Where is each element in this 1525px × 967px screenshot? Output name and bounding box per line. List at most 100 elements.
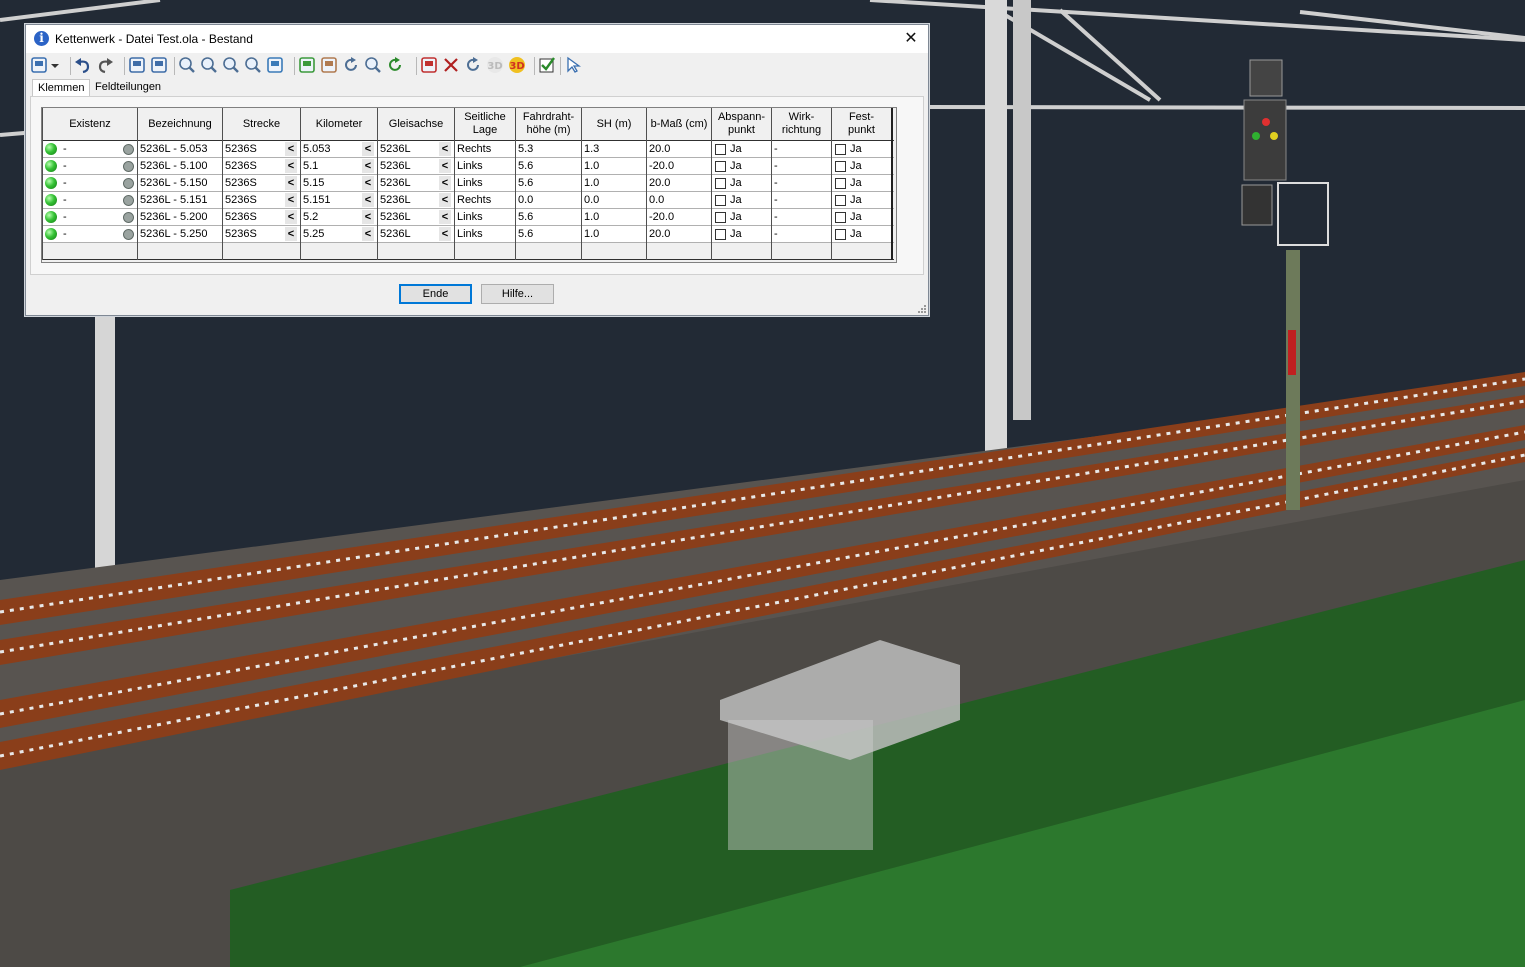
klemmen-table[interactable]: Existenz Bezeichnung Strecke Kilometer Gleis… xyxy=(41,107,897,263)
column-header-abspannpunkt[interactable]: Abspann- punkt xyxy=(712,108,771,140)
chevron-left-icon[interactable]: < xyxy=(362,176,374,190)
rotate-icon[interactable] xyxy=(342,56,360,74)
chevron-left-icon[interactable]: < xyxy=(285,210,297,224)
cell-gleisachse[interactable]: 5236L xyxy=(380,141,411,157)
column-header-wirkrichtung[interactable]: Wirk- richtung xyxy=(772,108,831,140)
cell-seitliche-lage[interactable]: Rechts xyxy=(457,141,491,157)
festpunkt-checkbox[interactable] xyxy=(835,161,846,172)
cell-sh[interactable]: 1.3 xyxy=(584,141,599,157)
cell-wirkrichtung[interactable]: - xyxy=(774,226,778,242)
cut-icon[interactable] xyxy=(442,56,460,74)
cell-b-mass[interactable]: 20.0 xyxy=(649,141,670,157)
chevron-left-icon[interactable]: < xyxy=(362,159,374,173)
chevron-left-icon[interactable]: < xyxy=(362,210,374,224)
column-header-kilometer[interactable]: Kilometer xyxy=(301,108,377,140)
copy-icon[interactable] xyxy=(128,56,146,74)
check-icon[interactable] xyxy=(538,56,556,74)
cell-bezeichnung[interactable]: 5236L - 5.250 xyxy=(140,226,207,242)
settings-dot-icon[interactable] xyxy=(123,144,134,155)
refresh-icon[interactable] xyxy=(386,56,404,74)
column-header-fahrdrahthoehe[interactable]: Fahrdraht- höhe (m) xyxy=(516,108,581,140)
cell-strecke[interactable]: 5236S xyxy=(225,141,257,157)
cell-strecke[interactable]: 5236S xyxy=(225,158,257,174)
chevron-left-icon[interactable]: < xyxy=(439,193,451,207)
table-row[interactable]: - 5236L - 5.200 <5236S <5.2 <5236L Links 5.6 1.… xyxy=(42,209,891,226)
undo-icon[interactable] xyxy=(74,56,92,74)
hilfe-button[interactable]: Hilfe... xyxy=(481,284,554,304)
zoom-window-icon[interactable] xyxy=(178,56,196,74)
cell-strecke[interactable]: 5236S xyxy=(225,175,257,191)
festpunkt-checkbox[interactable] xyxy=(835,144,846,155)
resize-grip-icon[interactable] xyxy=(917,304,927,314)
chevron-left-icon[interactable]: < xyxy=(285,159,297,173)
table-row[interactable]: - 5236L - 5.150 <5236S <5.15 <5236L Links 5.6 1… xyxy=(42,175,891,192)
chevron-left-icon[interactable]: < xyxy=(439,176,451,190)
tab-feldteilungen[interactable]: Feldteilungen xyxy=(90,79,166,96)
cell-b-mass[interactable]: 20.0 xyxy=(649,226,670,242)
cell-wirkrichtung[interactable]: - xyxy=(774,158,778,174)
festpunkt-checkbox[interactable] xyxy=(835,195,846,206)
chevron-left-icon[interactable]: < xyxy=(362,193,374,207)
column-header-bezeichnung[interactable]: Bezeichnung xyxy=(138,108,222,140)
cell-b-mass[interactable]: 0.0 xyxy=(649,192,664,208)
chevron-left-icon[interactable]: < xyxy=(362,227,374,241)
cell-gleisachse[interactable]: 5236L xyxy=(380,175,411,191)
3d-gray-icon[interactable]: 3D xyxy=(486,56,504,74)
cell-seitliche-lage[interactable]: Rechts xyxy=(457,192,491,208)
cell-gleisachse[interactable]: 5236L xyxy=(380,226,411,242)
redo-icon[interactable] xyxy=(96,56,114,74)
cell-kilometer[interactable]: 5.25 xyxy=(303,226,324,242)
cell-kilometer[interactable]: 5.1 xyxy=(303,158,318,174)
dropdown-arrow-icon[interactable] xyxy=(50,56,60,74)
hand-icon[interactable] xyxy=(320,56,338,74)
festpunkt-checkbox[interactable] xyxy=(835,178,846,189)
table-row[interactable]: - 5236L - 5.100 <5236S <5.1 <5236L Links 5.6 1.… xyxy=(42,158,891,175)
column-header-seitliche-lage[interactable]: Seitliche Lage xyxy=(455,108,515,140)
cell-sh[interactable]: 1.0 xyxy=(584,175,599,191)
chevron-left-icon[interactable]: < xyxy=(439,210,451,224)
view-3d-box-icon[interactable] xyxy=(266,56,284,74)
cell-kilometer[interactable]: 5.151 xyxy=(303,192,331,208)
cell-seitliche-lage[interactable]: Links xyxy=(457,209,483,225)
pen-icon[interactable] xyxy=(298,56,316,74)
chevron-left-icon[interactable]: < xyxy=(285,193,297,207)
chevron-left-icon[interactable]: < xyxy=(285,227,297,241)
abspannpunkt-checkbox[interactable] xyxy=(715,144,726,155)
cell-wirkrichtung[interactable]: - xyxy=(774,192,778,208)
draw-icon[interactable] xyxy=(420,56,438,74)
column-header-b-mass[interactable]: b-Maß (cm) xyxy=(647,108,711,140)
abspannpunkt-checkbox[interactable] xyxy=(715,195,726,206)
abspannpunkt-checkbox[interactable] xyxy=(715,229,726,240)
chevron-left-icon[interactable]: < xyxy=(439,227,451,241)
zoom-in-icon[interactable] xyxy=(200,56,218,74)
settings-dot-icon[interactable] xyxy=(123,195,134,206)
cell-b-mass[interactable]: -20.0 xyxy=(649,209,674,225)
column-header-gleisachse[interactable]: Gleisachse xyxy=(378,108,454,140)
column-header-strecke[interactable]: Strecke xyxy=(223,108,300,140)
cell-gleisachse[interactable]: 5236L xyxy=(380,158,411,174)
cell-strecke[interactable]: 5236S xyxy=(225,226,257,242)
cell-kilometer[interactable]: 5.15 xyxy=(303,175,324,191)
redraw-icon[interactable] xyxy=(464,56,482,74)
cell-sh[interactable]: 0.0 xyxy=(584,192,599,208)
cell-wirkrichtung[interactable]: - xyxy=(774,209,778,225)
export-icon[interactable] xyxy=(150,56,168,74)
cell-bezeichnung[interactable]: 5236L - 5.150 xyxy=(140,175,207,191)
cell-wirkrichtung[interactable]: - xyxy=(774,175,778,191)
cell-fahrdrahthoehe[interactable]: 5.6 xyxy=(518,158,533,174)
settings-dot-icon[interactable] xyxy=(123,229,134,240)
settings-dot-icon[interactable] xyxy=(123,178,134,189)
save-icon[interactable] xyxy=(30,56,48,74)
cell-bezeichnung[interactable]: 5236L - 5.151 xyxy=(140,192,207,208)
cell-fahrdrahthoehe[interactable]: 5.6 xyxy=(518,175,533,191)
settings-dot-icon[interactable] xyxy=(123,161,134,172)
cell-sh[interactable]: 1.0 xyxy=(584,209,599,225)
cell-seitliche-lage[interactable]: Links xyxy=(457,226,483,242)
cell-b-mass[interactable]: 20.0 xyxy=(649,175,670,191)
zoom-search-icon[interactable] xyxy=(364,56,382,74)
cell-b-mass[interactable]: -20.0 xyxy=(649,158,674,174)
chevron-left-icon[interactable]: < xyxy=(439,159,451,173)
column-header-festpunkt[interactable]: Fest- punkt xyxy=(832,108,891,140)
abspannpunkt-checkbox[interactable] xyxy=(715,178,726,189)
cell-gleisachse[interactable]: 5236L xyxy=(380,209,411,225)
